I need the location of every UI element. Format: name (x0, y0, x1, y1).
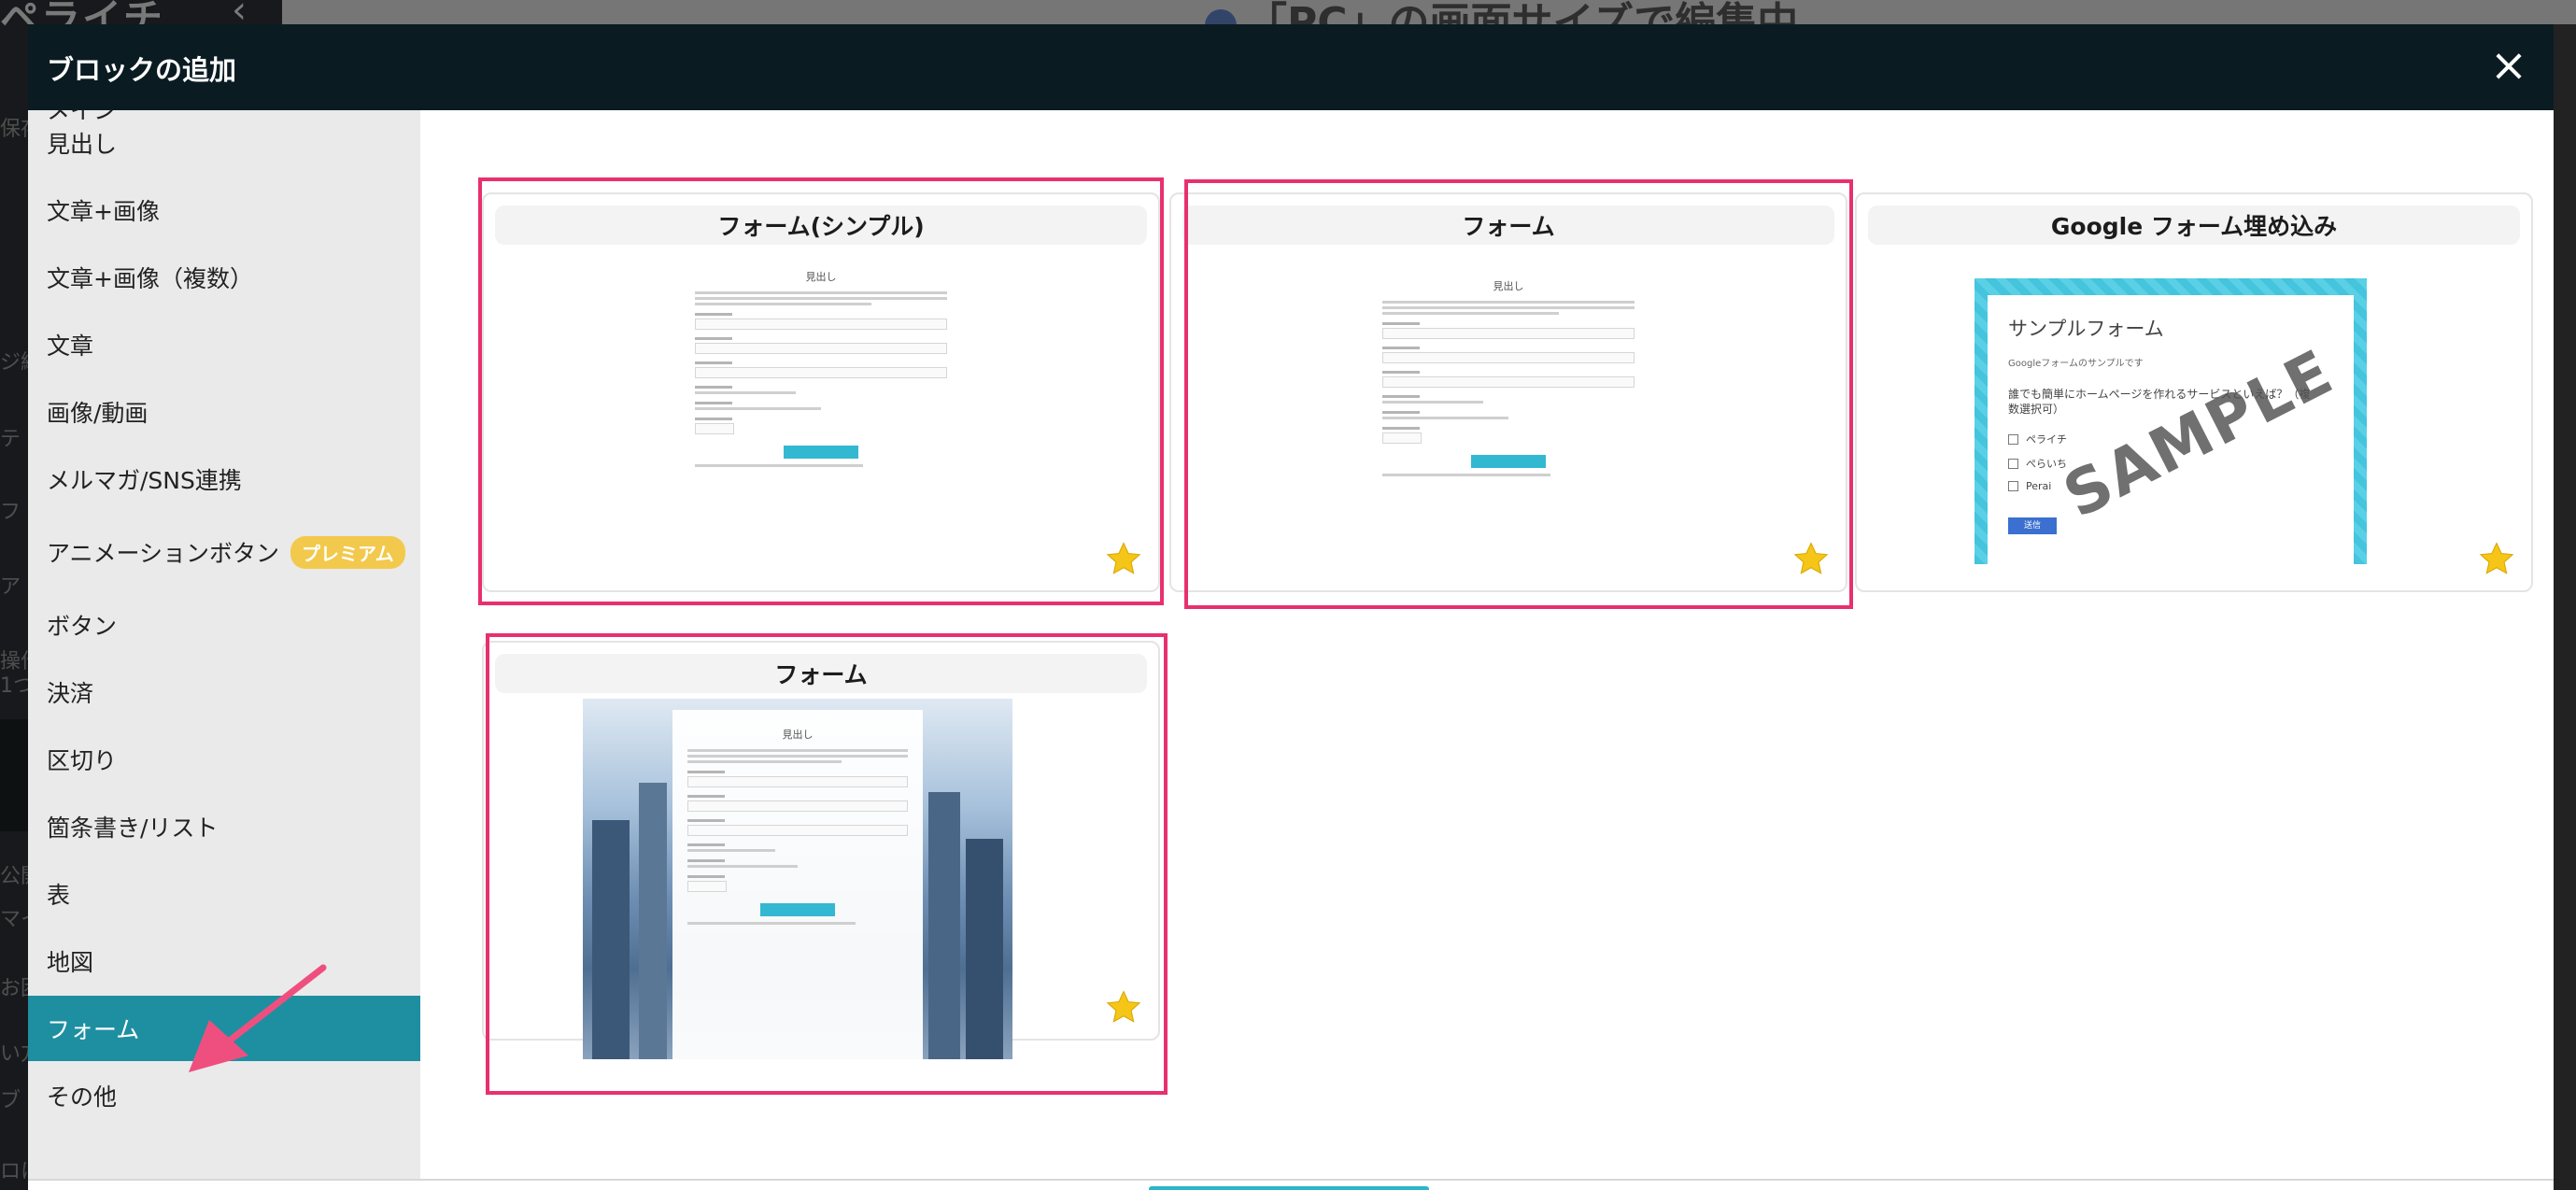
premium-badge: プレミアム (290, 535, 405, 569)
category-item-button[interactable]: ボタン (28, 592, 420, 658)
card-thumbnail: 見出し (1171, 252, 1846, 532)
category-item-payment[interactable]: 決済 (28, 659, 420, 725)
thumbnail-form-panel: 見出し (672, 710, 923, 1059)
card-title: フォーム (495, 654, 1147, 693)
thumbnail-heading: 見出し (782, 729, 814, 741)
pointer-arrow-icon (189, 964, 327, 1072)
block-card-google-form[interactable]: Google フォーム埋め込み サンプルフォーム Googleフォームのサンプル… (1855, 192, 2533, 592)
google-form-option: Perai (2008, 480, 2051, 492)
block-card-form[interactable]: フォーム 見出し (1169, 192, 1847, 592)
card-title: フォーム (1182, 205, 1834, 245)
category-item-list[interactable]: 箇条書き/リスト (28, 794, 420, 859)
category-item-text-images[interactable]: 文章+画像（複数） (28, 245, 420, 310)
category-item-table[interactable]: 表 (28, 861, 420, 927)
card-thumbnail: サンプルフォーム Googleフォームのサンプルです 誰でも簡単にホームページを… (1974, 278, 2367, 564)
star-icon[interactable] (2477, 540, 2516, 579)
card-thumbnail: 見出し (484, 252, 1158, 532)
thumbnail-heading: 見出し (1493, 280, 1524, 292)
google-form-submit: 送信 (2008, 517, 2057, 534)
star-icon[interactable] (1104, 988, 1143, 1027)
footer-button[interactable] (1149, 1186, 1429, 1190)
modal-title: ブロックの追加 (47, 54, 237, 86)
category-item-image-video[interactable]: 画像/動画 (28, 379, 420, 445)
card-thumbnail: 見出し (583, 699, 1012, 1059)
category-item-text-image[interactable]: 文章+画像 (28, 177, 420, 243)
add-block-modal: ブロックの追加 × メイン 見出し 文章+画像 文章+画像（複数） 文章 画像/… (28, 24, 2554, 1190)
category-item-newsletter-sns[interactable]: メルマガ/SNS連携 (28, 446, 420, 512)
modal-footer (28, 1179, 2554, 1190)
star-icon[interactable] (1104, 540, 1143, 579)
category-item-animation-button[interactable]: アニメーションボタン プレミアム (28, 519, 420, 585)
category-item-text[interactable]: 文章 (28, 312, 420, 377)
thumbnail-heading: 見出し (805, 271, 837, 283)
modal-header: ブロックの追加 × (28, 24, 2554, 110)
category-item-divider[interactable]: 区切り (28, 727, 420, 792)
block-card-form-simple[interactable]: フォーム(シンプル) 見出し (482, 192, 1160, 592)
close-icon[interactable]: × (2481, 37, 2537, 93)
google-form-title: サンプルフォーム (2008, 318, 2164, 340)
star-icon[interactable] (1791, 540, 1831, 579)
block-card-form-background[interactable]: フォーム 見出し (482, 641, 1160, 1059)
google-form-subtitle: Googleフォームのサンプルです (2008, 359, 2144, 369)
category-item-heading[interactable]: 見出し (28, 110, 420, 176)
card-title: フォーム(シンプル) (495, 205, 1147, 245)
card-title: Google フォーム埋め込み (1868, 205, 2520, 245)
block-grid: フォーム(シンプル) 見出し フォーム 見出し Google フォーム埋め込み … (420, 110, 2554, 1179)
google-form-preview: サンプルフォーム Googleフォームのサンプルです 誰でも簡単にホームページを… (1988, 295, 2354, 564)
google-form-option: ペライチ (2008, 432, 2067, 446)
